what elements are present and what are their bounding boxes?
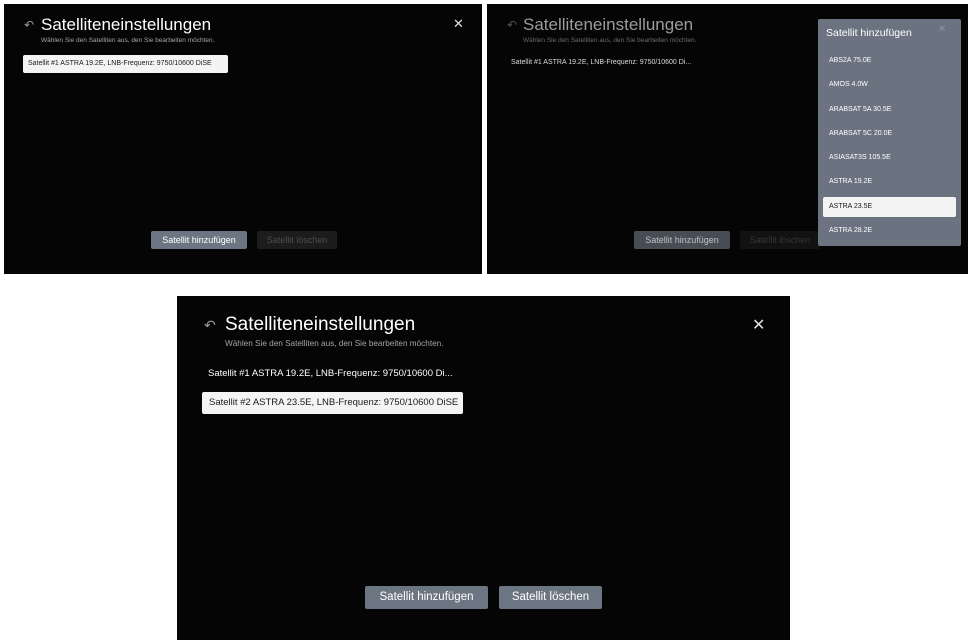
satellite-option[interactable]: ASIASAT3S 105.5E <box>823 148 956 168</box>
satellite-option[interactable]: AMOS 4.0W <box>823 75 956 95</box>
back-arrow-icon[interactable]: ↶ <box>204 317 216 334</box>
satellite-options-list: ABS2A 75.0E AMOS 4.0W ARABSAT 5A 30.5E A… <box>823 51 956 245</box>
delete-satellite-button[interactable]: Satellit löschen <box>499 586 602 609</box>
tv-screen-add-dropdown: ↶ Satelliteneinstellungen Wählen Sie den… <box>487 4 968 274</box>
page-title: Satelliteneinstellungen <box>41 15 212 34</box>
add-satellite-dropdown: Satellit hinzufügen ✕ ABS2A 75.0E AMOS 4… <box>818 19 961 246</box>
page-title: Satelliteneinstellungen <box>225 314 416 335</box>
close-icon[interactable]: ✕ <box>938 24 946 35</box>
satellite-list-item[interactable]: Satellit #1 ASTRA 19.2E, LNB-Frequenz: 9… <box>23 55 228 73</box>
page-subtitle: Wählen Sie den Satelliten aus, den Sie b… <box>225 339 444 348</box>
add-satellite-button[interactable]: Satellit hinzufügen <box>151 231 247 249</box>
satellite-option[interactable]: ABS2A 75.0E <box>823 51 956 71</box>
delete-satellite-button: Satellit löschen <box>740 231 820 249</box>
satellite-option[interactable]: ASTRA 19.2E <box>823 172 956 192</box>
dropdown-title: Satellit hinzufügen <box>826 27 912 39</box>
tv-screen-initial: ↶ Satelliteneinstellungen Wählen Sie den… <box>4 4 482 274</box>
satellite-option[interactable]: ARABSAT 5C 20.0E <box>823 124 956 144</box>
back-arrow-icon[interactable]: ↶ <box>507 18 517 32</box>
page-title: Satelliteneinstellungen <box>523 15 694 34</box>
add-satellite-button[interactable]: Satellit hinzufügen <box>365 586 488 609</box>
page-subtitle: Wählen Sie den Satelliten aus, den Sie b… <box>41 37 215 44</box>
delete-satellite-button: Satellit löschen <box>257 231 337 249</box>
add-satellite-button[interactable]: Satellit hinzufügen <box>634 231 730 249</box>
satellite-list-item[interactable]: Satellit #1 ASTRA 19.2E, LNB-Frequenz: 9… <box>511 59 691 66</box>
satellite-option[interactable]: ARABSAT 5A 30.5E <box>823 100 956 120</box>
back-arrow-icon[interactable]: ↶ <box>24 18 34 32</box>
page-subtitle: Wählen Sie den Satelliten aus, den Sie b… <box>523 37 697 44</box>
satellite-list-item[interactable]: Satellit #1 ASTRA 19.2E, LNB-Frequenz: 9… <box>208 368 453 379</box>
satellite-option[interactable]: ASTRA 28.2E <box>823 221 956 241</box>
close-icon[interactable]: ✕ <box>752 315 765 335</box>
satellite-list-item-focused[interactable]: Satellit #2 ASTRA 23.5E, LNB-Frequenz: 9… <box>202 392 463 414</box>
satellite-option-selected[interactable]: ASTRA 23.5E <box>823 196 956 217</box>
close-icon[interactable]: ✕ <box>453 16 464 32</box>
tv-screen-result: ↶ Satelliteneinstellungen Wählen Sie den… <box>177 296 790 640</box>
